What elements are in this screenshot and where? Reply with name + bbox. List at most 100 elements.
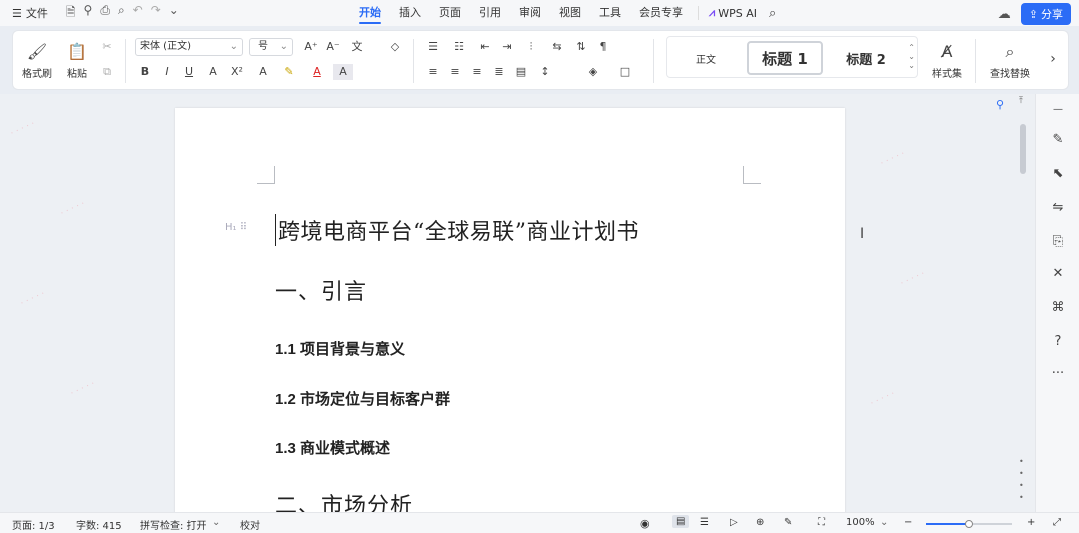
decrease-indent-icon[interactable]: ⇤	[475, 39, 495, 55]
spellcheck-status[interactable]: 拼写检查: 打开	[140, 517, 207, 532]
copy-icon[interactable]: ⧉	[97, 64, 117, 80]
layout-icon[interactable]: ⌘	[1048, 300, 1068, 315]
style-set-button[interactable]: A̸ 样式集	[925, 37, 969, 85]
scrollbar-thumb[interactable]	[1020, 124, 1026, 174]
outline-view-icon[interactable]: ☰	[700, 517, 709, 528]
collapse-icon[interactable]: —	[1048, 104, 1068, 115]
heading-1[interactable]: 一、引言	[275, 274, 367, 306]
play-icon[interactable]: ▷	[730, 517, 738, 528]
print-icon[interactable]: ⎙	[100, 3, 110, 24]
tab-tools[interactable]: 工具	[590, 0, 630, 26]
numbered-list-icon[interactable]: ☷	[449, 39, 469, 55]
adjust-icon[interactable]: ⇋	[1048, 200, 1068, 215]
style-gallery-scroll[interactable]: ⌃ ⌄ ⌄	[908, 43, 915, 70]
style-heading2[interactable]: 标题 2	[831, 41, 901, 75]
font-size-select[interactable]: 号 ⌄	[249, 38, 293, 56]
pen-mode-icon[interactable]: ✎	[784, 517, 792, 528]
wps-ai-button[interactable]: ⩘ WPS AI	[698, 6, 757, 20]
web-view-icon[interactable]: ⊕	[756, 517, 764, 528]
sort-icon[interactable]: ⇅	[571, 39, 591, 55]
heading-1[interactable]: 二、市场分析	[275, 488, 413, 512]
print-preview-icon[interactable]: ⌕	[118, 3, 125, 24]
word-count[interactable]: 字数: 415	[76, 517, 122, 532]
redo-icon[interactable]: ↷	[151, 3, 161, 24]
cut-icon[interactable]: ✂	[97, 39, 117, 55]
save-icon[interactable]: 🗎	[66, 3, 76, 24]
line-spacing-icon[interactable]: ↕	[535, 64, 555, 80]
shrink-font-icon[interactable]: A⁻	[323, 39, 343, 55]
help-icon[interactable]: ?	[1048, 334, 1068, 349]
share-button[interactable]: ⇪ 分享	[1020, 3, 1071, 25]
highlight-icon[interactable]: ✎	[279, 64, 299, 80]
zoom-slider-knob[interactable]	[965, 520, 973, 528]
tab-view[interactable]: 视图	[550, 0, 590, 26]
chevron-down-icon[interactable]: ⌄	[212, 517, 220, 528]
strikethrough-icon[interactable]: A	[203, 64, 223, 80]
page-view-icon[interactable]: ▤	[672, 515, 690, 528]
undo-icon[interactable]: ↶	[133, 3, 143, 24]
font-color-icon[interactable]: A	[307, 64, 327, 80]
text-direction-icon[interactable]: ⇆	[547, 39, 567, 55]
heading-2[interactable]: 1.3 商业模式概述	[275, 437, 390, 458]
align-left-icon[interactable]: ≡	[423, 64, 443, 80]
text-effect-icon[interactable]: A	[253, 64, 273, 80]
pen-icon[interactable]: ✎	[1048, 132, 1068, 147]
eye-icon[interactable]: ◉	[640, 517, 650, 530]
underline-icon[interactable]: U	[179, 64, 199, 80]
page-count[interactable]: 页面: 1/3	[12, 517, 55, 532]
file-menu[interactable]: ☰ 文件	[12, 5, 48, 21]
document-title[interactable]: 跨境电商平台“全球易联”商业计划书	[275, 214, 639, 246]
char-shading-icon[interactable]: A	[333, 64, 353, 80]
more-icon[interactable]: ···	[1048, 366, 1068, 381]
search-icon[interactable]: ⌕	[769, 6, 776, 21]
paste-button[interactable]: 📋 粘贴	[59, 37, 95, 85]
chinese-layout-icon[interactable]: ⫶	[521, 39, 541, 55]
tools-icon[interactable]: ✕	[1048, 266, 1068, 281]
align-right-icon[interactable]: ≡	[467, 64, 487, 80]
clear-format-icon[interactable]: ◇	[385, 39, 405, 55]
format-painter-button[interactable]: 🖌 格式刷	[19, 37, 55, 85]
align-center-icon[interactable]: ≡	[445, 64, 465, 80]
phonetic-guide-icon[interactable]: 文	[347, 39, 367, 55]
tab-references[interactable]: 引用	[470, 0, 510, 26]
tab-member[interactable]: 会员专享	[630, 0, 692, 26]
ribbon-scroll-right-icon[interactable]: ›	[1043, 51, 1063, 67]
zoom-out-icon[interactable]: −	[904, 517, 912, 528]
zoom-level[interactable]: 100%	[846, 517, 875, 528]
document-page[interactable]: H₁ ⠿ 跨境电商平台“全球易联”商业计划书 一、引言 1.1 项目背景与意义 …	[175, 108, 845, 512]
find-replace-button[interactable]: ⌕ 查找替换	[985, 37, 1035, 85]
zoom-slider[interactable]	[926, 520, 1012, 528]
show-marks-icon[interactable]: ¶	[593, 39, 613, 55]
heading-2[interactable]: 1.2 市场定位与目标客户群	[275, 388, 450, 409]
zoom-in-icon[interactable]: +	[1027, 517, 1035, 528]
bullet-list-icon[interactable]: ☰	[423, 39, 443, 55]
italic-icon[interactable]: I	[157, 64, 177, 80]
tab-home[interactable]: 开始	[350, 0, 390, 26]
proofread-button[interactable]: 校对	[240, 517, 260, 532]
superscript-icon[interactable]: X²	[227, 64, 247, 80]
shading-icon[interactable]: ◈	[583, 64, 603, 80]
tab-insert[interactable]: 插入	[390, 0, 430, 26]
distributed-icon[interactable]: ▤	[511, 64, 531, 80]
tab-page[interactable]: 页面	[430, 0, 470, 26]
select-cursor-icon[interactable]: ⬉	[1048, 166, 1068, 181]
style-heading1[interactable]: 标题 1	[747, 41, 823, 75]
scroll-top-icon[interactable]: ⤒	[1019, 96, 1023, 106]
cloud-sync-icon[interactable]: ☁	[998, 7, 1011, 22]
translate-icon[interactable]: ⎘	[1048, 234, 1068, 249]
justify-icon[interactable]: ≣	[489, 64, 509, 80]
increase-indent-icon[interactable]: ⇥	[497, 39, 517, 55]
grow-font-icon[interactable]: A⁺	[301, 39, 321, 55]
paragraph-handle-icon[interactable]: H₁ ⠿	[225, 222, 247, 233]
style-normal[interactable]: 正文	[673, 41, 739, 75]
fit-page-icon[interactable]: ⛶	[818, 517, 825, 528]
location-pin-icon[interactable]: ⚲	[996, 98, 1004, 111]
heading-2[interactable]: 1.1 项目背景与意义	[275, 338, 405, 359]
chevron-down-icon[interactable]: ⌄	[880, 517, 888, 528]
bold-icon[interactable]: B	[135, 64, 155, 80]
border-icon[interactable]: □	[615, 64, 635, 80]
fullscreen-icon[interactable]: ⤢	[1053, 517, 1061, 528]
customize-dropdown-icon[interactable]: ⌄	[169, 3, 179, 24]
share-link-icon[interactable]: ⚲	[84, 3, 93, 24]
font-name-select[interactable]: 宋体 (正文) ⌄	[135, 38, 243, 56]
